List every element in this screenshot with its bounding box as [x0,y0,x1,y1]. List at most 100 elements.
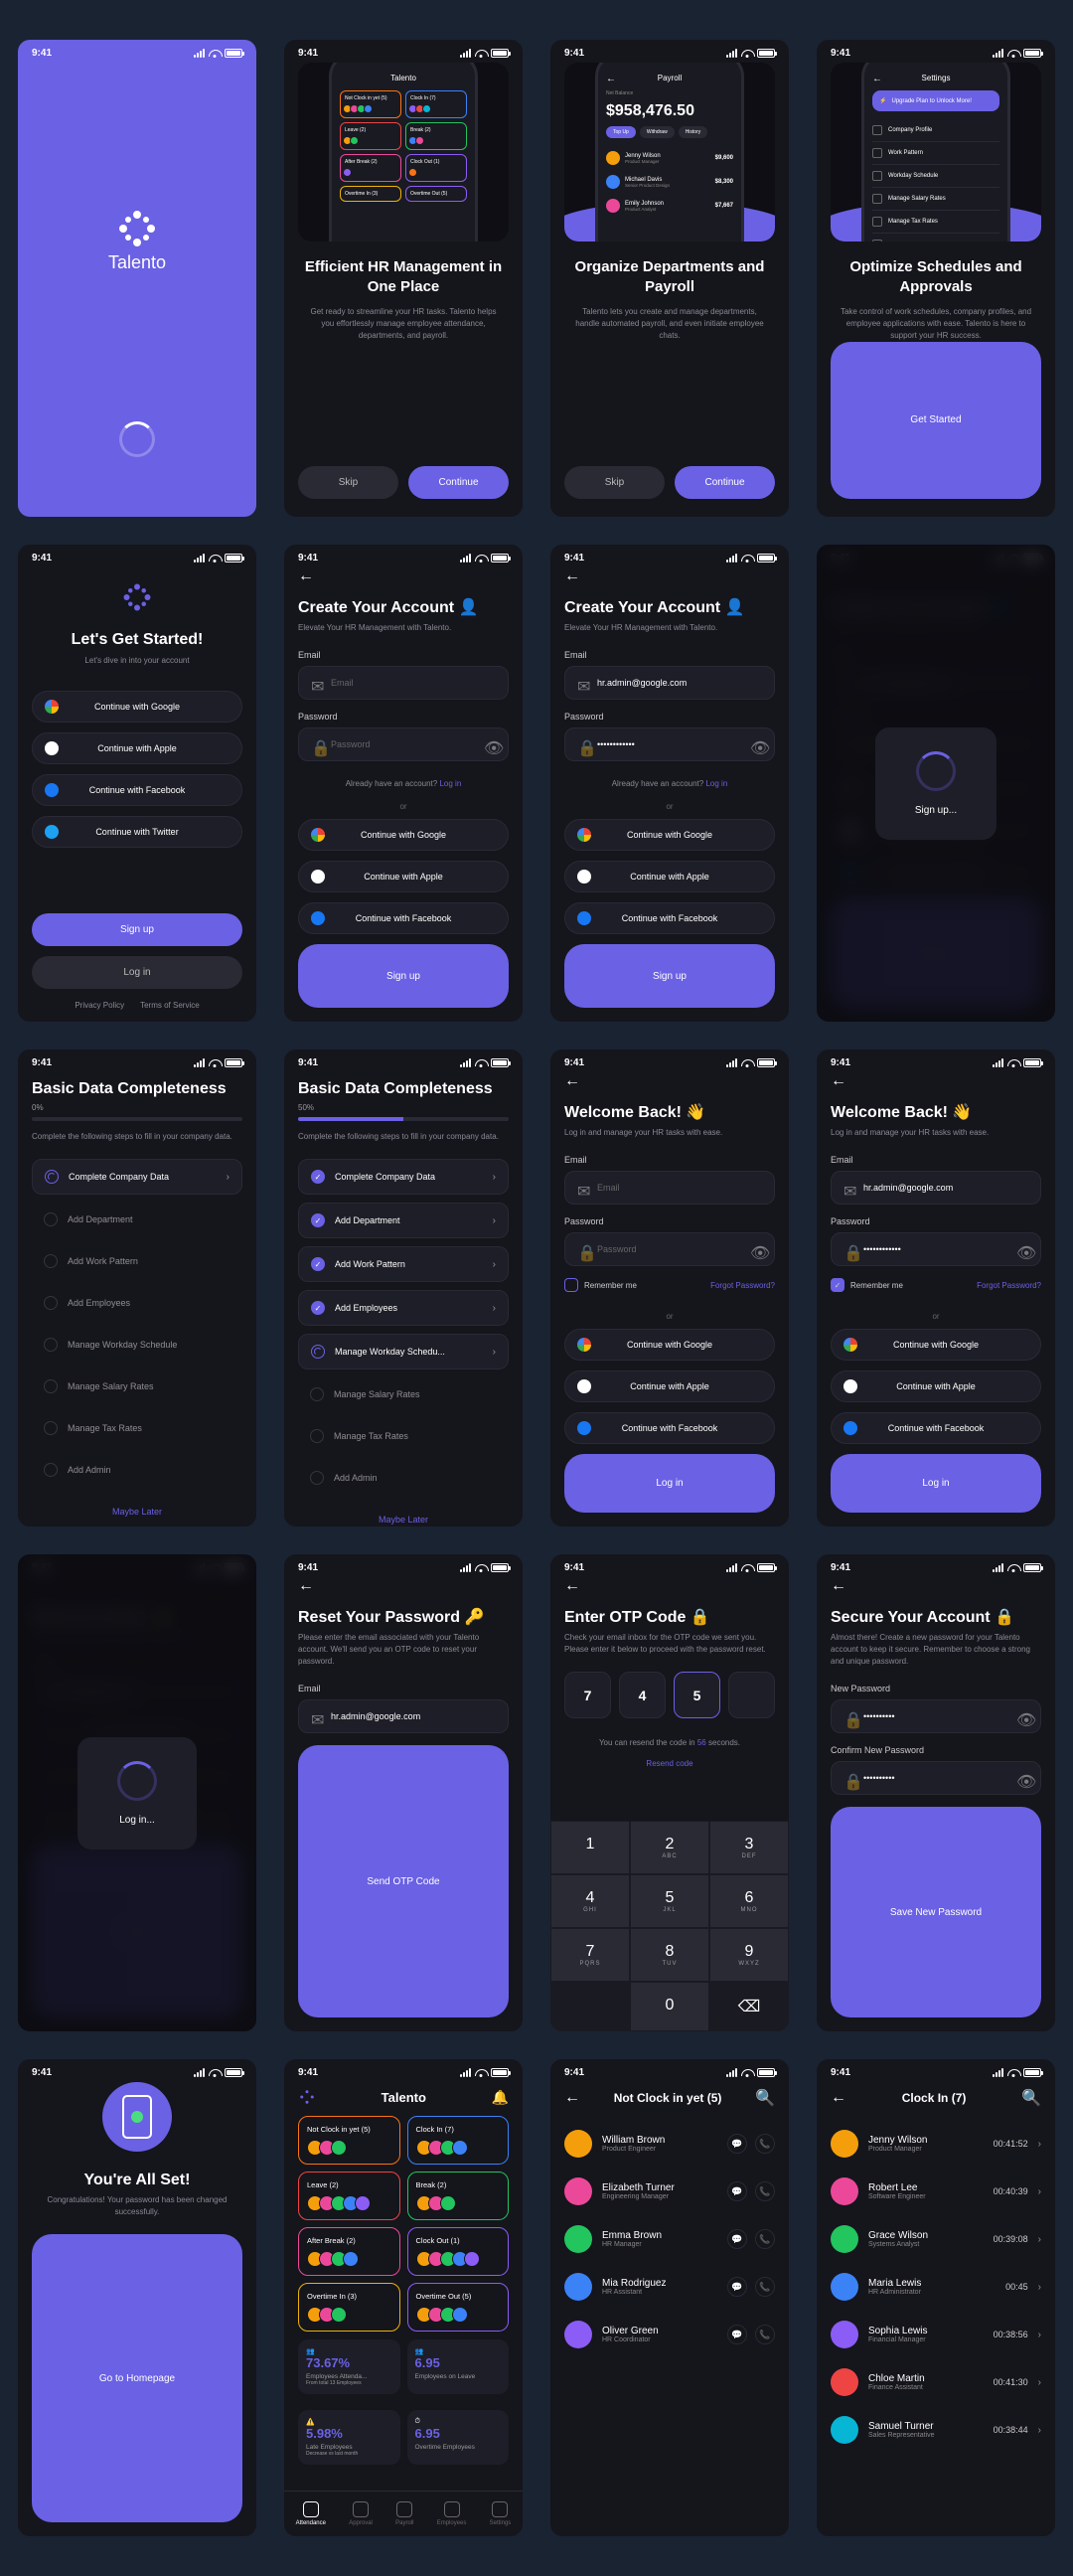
eye-icon[interactable]: 👁 [750,1243,762,1255]
tab-approval[interactable]: Approval [349,2501,373,2526]
password-input[interactable]: 🔒••••••••••••👁 [564,727,775,761]
remember-checkbox[interactable] [564,1278,578,1292]
back-button[interactable]: ← [564,567,775,585]
status-card[interactable]: Leave (2) [298,2172,400,2220]
key-6[interactable]: 6MNO [709,1874,789,1928]
signup-button[interactable]: Sign up [32,913,242,946]
twitter-button[interactable]: Continue with Twitter [32,816,242,848]
tab-attendance[interactable]: Attendance [296,2501,326,2526]
apple-button[interactable]: Continue with Apple [298,861,509,892]
back-button[interactable]: ← [831,1577,1041,1595]
chat-icon[interactable]: 💬 [727,2325,747,2344]
password-input[interactable]: 🔒Password👁 [298,727,509,761]
facebook-button[interactable]: Continue with Facebook [298,902,509,934]
key-2[interactable]: 2ABC [630,1821,709,1874]
employee-row[interactable]: Elizabeth TurnerEngineering Manager💬📞 [550,2168,789,2215]
privacy-link[interactable]: Privacy Policy [75,1001,124,1010]
otp-digit[interactable]: 7 [564,1672,611,1718]
tab-settings[interactable]: Settings [490,2501,512,2526]
eye-icon[interactable]: 👁 [750,738,762,750]
back-button[interactable]: ← [298,1577,509,1595]
signup-button[interactable]: Sign up [564,944,775,1008]
resend-link[interactable]: Resend code [564,1759,775,1768]
status-card[interactable]: After Break (2) [298,2227,400,2276]
phone-icon[interactable]: 📞 [755,2134,775,2154]
key-8[interactable]: 8TUV [630,1928,709,1982]
continue-button[interactable]: Continue [675,466,775,499]
status-card[interactable]: Break (2) [407,2172,510,2220]
email-input[interactable]: ✉Email [564,1171,775,1205]
employee-row[interactable]: Samuel TurnerSales Representative00:38:4… [817,2406,1055,2454]
get-started-button[interactable]: Get Started [831,342,1041,500]
google-button[interactable]: Continue with Google [32,691,242,723]
continue-button[interactable]: Continue [408,466,509,499]
confirm-password-input[interactable]: 🔒••••••••••👁 [831,1761,1041,1795]
checklist-item[interactable]: Complete Company Data› [32,1159,242,1195]
send-otp-button[interactable]: Send OTP Code [298,1745,509,2017]
chat-icon[interactable]: 💬 [727,2277,747,2297]
forgot-link[interactable]: Forgot Password? [710,1281,775,1290]
email-input[interactable]: ✉hr.admin@google.com [564,666,775,700]
skip-button[interactable]: Skip [564,466,665,499]
bell-icon[interactable]: 🔔 [492,2089,509,2106]
email-input[interactable]: ✉Email [298,666,509,700]
status-card[interactable]: Overtime Out (5) [407,2283,510,2332]
key-1[interactable]: 1 [550,1821,630,1874]
login-button[interactable]: Log in [32,956,242,989]
back-button[interactable]: ← [831,1072,1041,1090]
phone-icon[interactable]: 📞 [755,2229,775,2249]
key-4[interactable]: 4GHI [550,1874,630,1928]
chat-icon[interactable]: 💬 [727,2181,747,2201]
employee-row[interactable]: Grace WilsonSystems Analyst00:39:08› [817,2215,1055,2263]
back-button[interactable]: ← [831,2089,846,2107]
otp-digit[interactable] [728,1672,775,1718]
tab-payroll[interactable]: Payroll [395,2501,413,2526]
apple-button[interactable]: Continue with Apple [32,732,242,764]
back-button[interactable]: ← [298,567,509,585]
otp-digit[interactable]: 5 [674,1672,720,1718]
employee-row[interactable]: Emma BrownHR Manager💬📞 [550,2215,789,2263]
search-icon[interactable]: 🔍 [1021,2088,1041,2108]
employee-row[interactable]: Robert LeeSoftware Engineer00:40:39› [817,2168,1055,2215]
status-card[interactable]: Clock Out (1) [407,2227,510,2276]
maybe-later-link[interactable]: Maybe Later [32,1495,242,1527]
new-password-input[interactable]: 🔒••••••••••👁 [831,1699,1041,1733]
employee-row[interactable]: Oliver GreenHR Coordinator💬📞 [550,2311,789,2358]
search-icon[interactable]: 🔍 [755,2088,775,2108]
login-link[interactable]: Log in [439,779,461,788]
status-card[interactable]: Overtime In (3) [298,2283,400,2332]
phone-icon[interactable]: 📞 [755,2277,775,2297]
login-button[interactable]: Log in [831,1454,1041,1513]
facebook-button[interactable]: Continue with Facebook [32,774,242,806]
chat-icon[interactable]: 💬 [727,2229,747,2249]
email-input[interactable]: ✉hr.admin@google.com [298,1699,509,1733]
tab-employees[interactable]: Employees [437,2501,467,2526]
remember-checkbox[interactable]: ✓ [831,1278,844,1292]
key-5[interactable]: 5JKL [630,1874,709,1928]
terms-link[interactable]: Terms of Service [140,1001,200,1010]
back-button[interactable]: ← [564,2089,580,2107]
otp-digit[interactable]: 4 [619,1672,666,1718]
signup-button[interactable]: Sign up [298,944,509,1008]
chat-icon[interactable]: 💬 [727,2134,747,2154]
eye-icon[interactable]: 👁 [484,738,496,750]
phone-icon[interactable]: 📞 [755,2325,775,2344]
homepage-button[interactable]: Go to Homepage [32,2234,242,2522]
status-card[interactable]: Clock In (7) [407,2116,510,2165]
key-delete[interactable]: ⌫ [709,1982,789,2031]
key-7[interactable]: 7PQRS [550,1928,630,1982]
google-button[interactable]: Continue with Google [298,819,509,851]
phone-icon[interactable]: 📞 [755,2181,775,2201]
employee-row[interactable]: Maria LewisHR Administrator00:45› [817,2263,1055,2311]
back-button[interactable]: ← [564,1072,775,1090]
employee-row[interactable]: Mia RodriguezHR Assistant💬📞 [550,2263,789,2311]
employee-row[interactable]: William BrownProduct Engineer💬📞 [550,2120,789,2168]
employee-row[interactable]: Chloe MartinFinance Assistant00:41:30› [817,2358,1055,2406]
back-button[interactable]: ← [564,1577,775,1595]
login-button[interactable]: Log in [564,1454,775,1513]
key-0[interactable]: 0 [630,1982,709,2031]
key-9[interactable]: 9WXYZ [709,1928,789,1982]
eye-icon[interactable]: 👁 [1016,1772,1028,1784]
eye-icon[interactable]: 👁 [1016,1710,1028,1722]
password-input[interactable]: 🔒Password👁 [564,1232,775,1266]
